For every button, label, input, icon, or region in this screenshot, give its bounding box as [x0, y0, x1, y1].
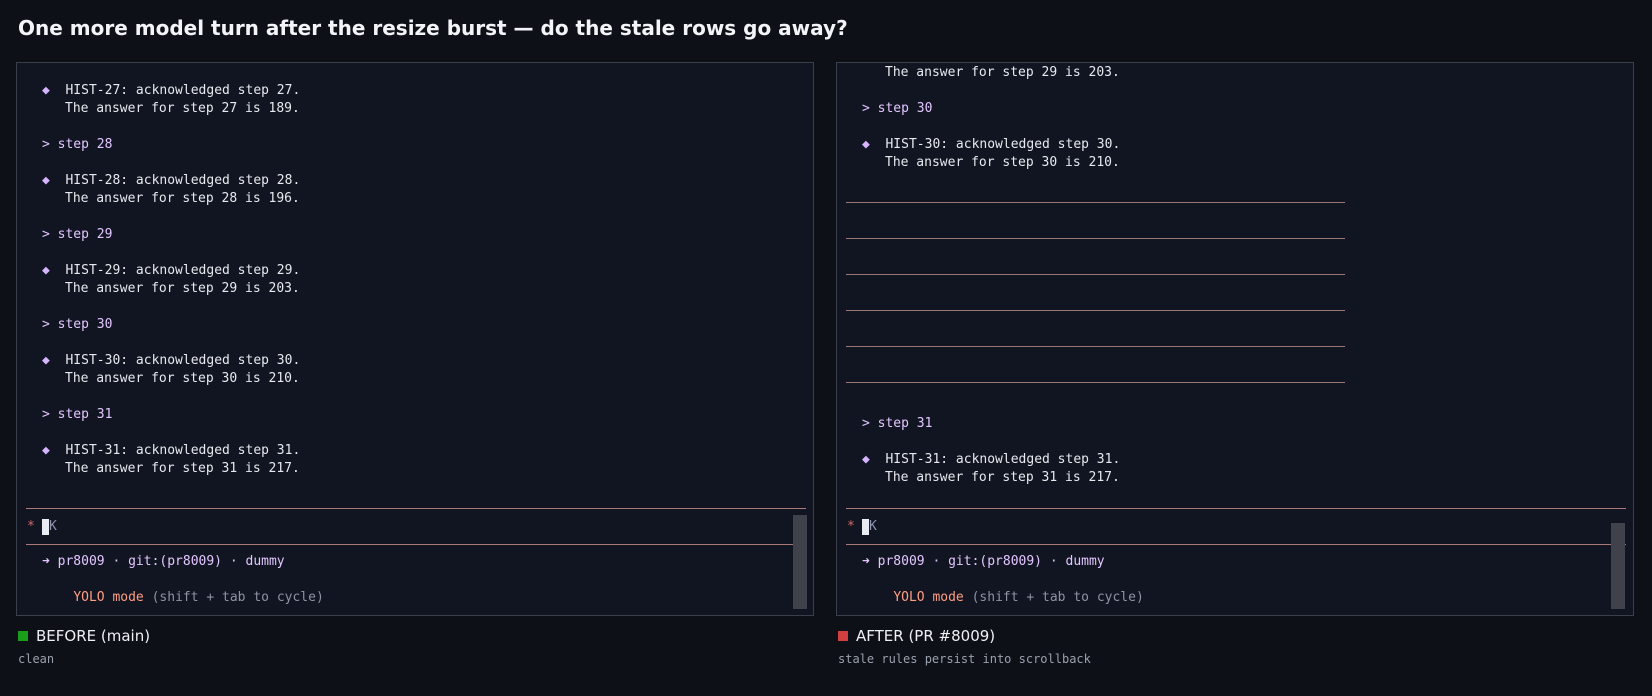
diamond-icon: ◆ [42, 83, 50, 98]
after-mode-hint: (shift + tab to cycle) [971, 590, 1144, 605]
history-entry: ◆ HIST-27: acknowledged step 27. [42, 82, 300, 100]
history-text: HIST-30: acknowledged step 30. [885, 137, 1121, 152]
prompt-line: > step 30 [42, 317, 113, 332]
before-input-indicator: * [27, 519, 35, 534]
stale-rule [846, 202, 1345, 203]
after-sub-caption: stale rules persist into scrollback [838, 652, 1091, 666]
history-text: HIST-31: acknowledged step 31. [65, 443, 301, 458]
diamond-icon: ◆ [42, 173, 50, 188]
prompt-line: > step 30 [862, 101, 933, 116]
page-title: One more model turn after the resize bur… [18, 16, 848, 40]
prompt-line: > step 29 [42, 227, 113, 242]
diamond-icon: ◆ [862, 137, 870, 152]
diamond-icon: ◆ [862, 452, 870, 467]
diamond-icon: ◆ [42, 353, 50, 368]
history-text: HIST-31: acknowledged step 31. [885, 452, 1121, 467]
history-entry: ◆ HIST-31: acknowledged step 31. [42, 442, 300, 460]
answer-line: The answer for step 31 is 217. [65, 461, 300, 476]
after-text-cursor [862, 519, 869, 535]
diamond-icon: ◆ [42, 443, 50, 458]
history-text: HIST-29: acknowledged step 29. [65, 263, 301, 278]
answer-line: The answer for step 29 is 203. [65, 281, 300, 296]
history-entry: ◆ HIST-31: acknowledged step 31. [862, 451, 1120, 469]
stale-rule [846, 310, 1345, 311]
after-input-bottom-rule [846, 544, 1626, 545]
before-text-cursor [42, 519, 49, 535]
after-scrollbar[interactable] [1611, 523, 1625, 609]
stale-rule [846, 274, 1345, 275]
before-terminal-panel[interactable]: ◆ HIST-27: acknowledged step 27. The answ… [16, 62, 814, 616]
before-caption-label: BEFORE (main) [36, 627, 151, 645]
before-input-field[interactable]: K [49, 518, 57, 536]
prompt-line: > step 28 [42, 137, 113, 152]
before-input-top-rule [26, 508, 806, 509]
stale-rule [846, 382, 1345, 383]
before-scrollbar[interactable] [793, 515, 807, 609]
history-entry: ◆ HIST-28: acknowledged step 28. [42, 172, 300, 190]
after-input-indicator: * [847, 519, 855, 534]
answer-line: The answer for step 28 is 196. [65, 191, 300, 206]
answer-line: The answer for step 27 is 189. [65, 101, 300, 116]
before-caption: BEFORE (main) [18, 627, 150, 645]
history-text: HIST-30: acknowledged step 30. [65, 353, 301, 368]
history-entry: ◆ HIST-30: acknowledged step 30. [42, 352, 300, 370]
after-input-field[interactable]: K [869, 518, 877, 536]
answer-line: The answer for step 29 is 203. [885, 65, 1120, 80]
history-text: HIST-28: acknowledged step 28. [65, 173, 301, 188]
history-entry: ◆ HIST-29: acknowledged step 29. [42, 262, 300, 280]
before-status-swatch [18, 631, 28, 641]
history-text: HIST-27: acknowledged step 27. [65, 83, 301, 98]
stale-rule [846, 238, 1345, 239]
before-mode-hint: (shift + tab to cycle) [151, 590, 324, 605]
after-status-swatch [838, 631, 848, 641]
before-mode-label: YOLO mode [73, 590, 144, 605]
after-caption: AFTER (PR #8009) [838, 627, 995, 645]
prompt-line: > step 31 [862, 416, 933, 431]
history-entry: ◆ HIST-30: acknowledged step 30. [862, 136, 1120, 154]
after-mode-line: YOLO mode (shift + tab to cycle) [862, 571, 1144, 615]
after-status-line: ➜ pr8009 · git:(pr8009) · dummy [862, 554, 1105, 569]
stale-rule [846, 346, 1345, 347]
after-mode-label: YOLO mode [893, 590, 964, 605]
before-sub-caption: clean [18, 652, 55, 666]
after-caption-label: AFTER (PR #8009) [856, 627, 996, 645]
before-mode-line: YOLO mode (shift + tab to cycle) [42, 571, 324, 615]
answer-line: The answer for step 31 is 217. [885, 470, 1120, 485]
before-input-bottom-rule [26, 544, 806, 545]
answer-line: The answer for step 30 is 210. [65, 371, 300, 386]
after-terminal-panel[interactable]: The answer for step 29 is 203. > step 30 ◆… [836, 62, 1634, 616]
after-input-top-rule [846, 508, 1626, 509]
answer-line: The answer for step 30 is 210. [885, 155, 1120, 170]
diamond-icon: ◆ [42, 263, 50, 278]
before-status-line: ➜ pr8009 · git:(pr8009) · dummy [42, 554, 285, 569]
prompt-line: > step 31 [42, 407, 113, 422]
